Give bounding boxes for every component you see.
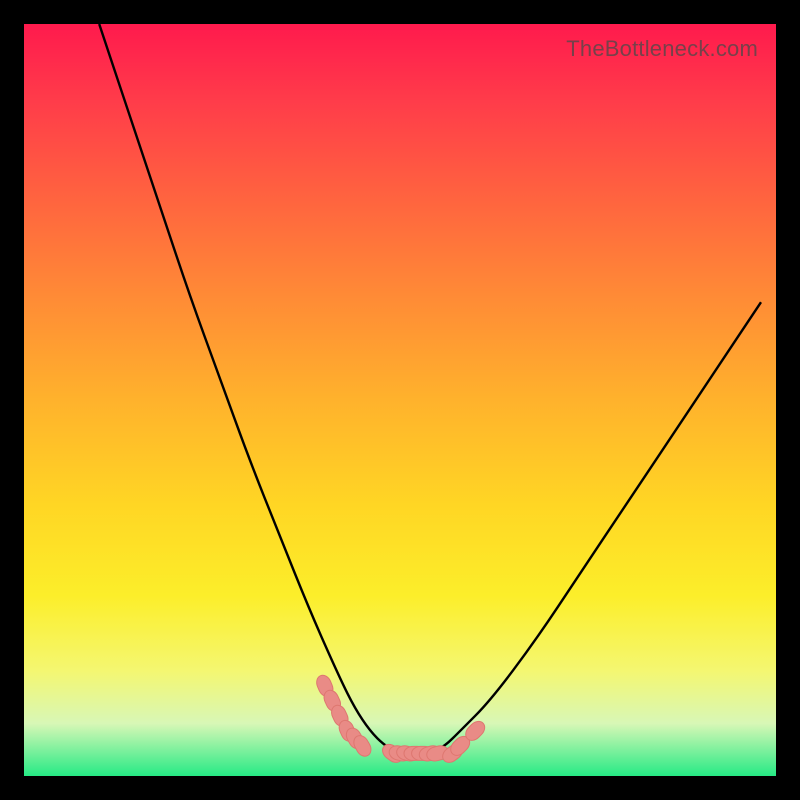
bottleneck-chart [24, 24, 776, 776]
sweet-spot-marker [418, 744, 443, 763]
sweet-spot-marker [336, 718, 358, 744]
watermark-text: TheBottleneck.com [566, 36, 758, 62]
sweet-spot-marker [395, 744, 420, 763]
sweet-spot-marker [462, 718, 487, 743]
sweet-spot-marker [321, 688, 343, 714]
sweet-spot-marker [351, 733, 374, 759]
sweet-spot-marker [314, 673, 335, 699]
sweet-spot-marker [412, 746, 434, 760]
sweet-spot-marker [440, 741, 466, 765]
sweet-spot-marker [388, 744, 413, 763]
sweet-spot-marker [404, 746, 426, 760]
sweet-spot-marker [425, 744, 450, 763]
sweet-spot-marker [380, 741, 406, 765]
sweet-spot-marker [447, 733, 472, 758]
chart-plot-area: TheBottleneck.com [24, 24, 776, 776]
sweet-spot-marker-group [314, 673, 488, 766]
sweet-spot-marker [329, 703, 351, 729]
bottleneck-curve-path [99, 24, 761, 753]
sweet-spot-marker [343, 725, 366, 751]
